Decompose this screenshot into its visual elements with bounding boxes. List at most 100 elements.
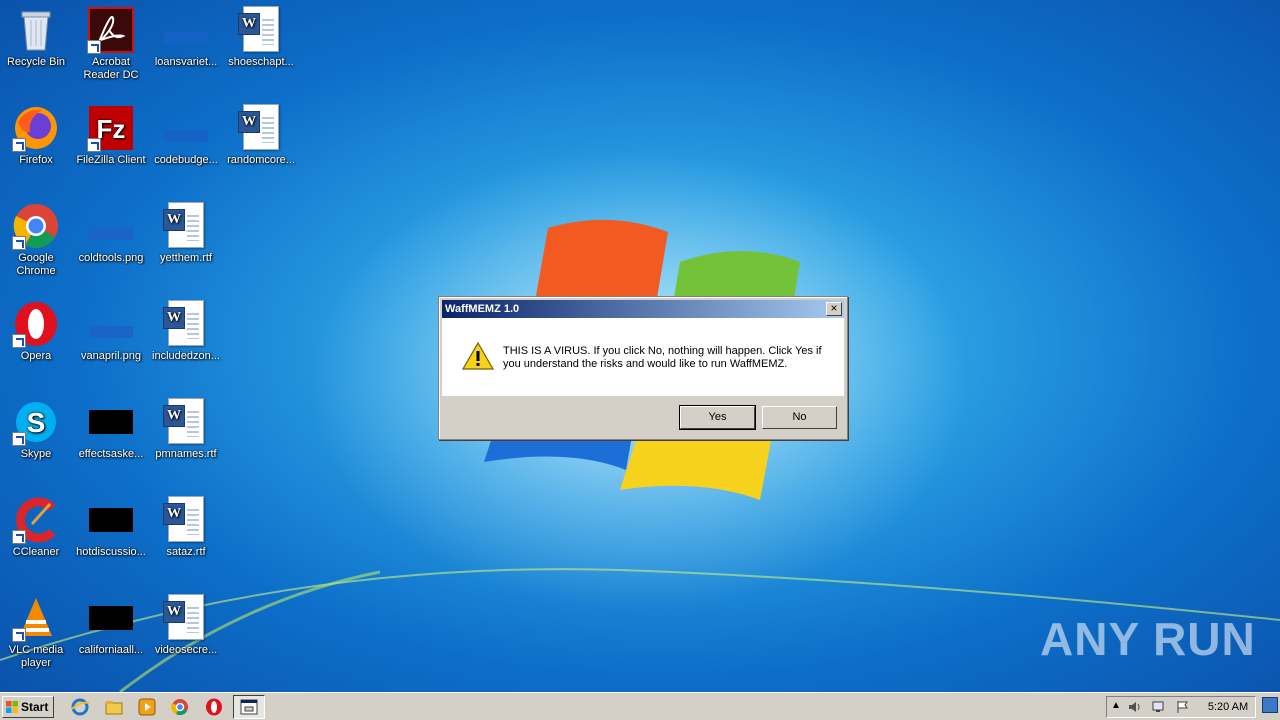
shortcut-arrow-icon — [12, 432, 26, 446]
svg-text:S: S — [27, 407, 46, 438]
start-label: Start — [21, 700, 49, 714]
explorer-icon[interactable] — [104, 697, 124, 717]
desktop-icon-label: videosecre... — [154, 644, 218, 656]
clock[interactable]: 5:20 AM — [1198, 696, 1258, 718]
desktop-icon-randomcore[interactable]: W randomcore... — [223, 104, 299, 167]
desktop-icon-label: VLC media player — [8, 644, 64, 669]
desktop-icon-label: pmnames.rtf — [155, 448, 217, 460]
desktop-icon-shoeschapt[interactable]: W shoeschapt... — [223, 6, 299, 69]
windows-logo-icon — [6, 701, 18, 713]
desktop-icon-label: coldtools.png — [78, 252, 144, 264]
dialog-message: THIS IS A VIRUS. If you click No, nothin… — [503, 345, 822, 370]
shortcut-arrow-icon — [87, 138, 101, 152]
dialog-app-taskbar-button[interactable] — [233, 695, 265, 719]
desktop-icon-firefox[interactable]: Firefox — [0, 104, 74, 167]
desktop-icon-includedzon[interactable]: W includedzon... — [148, 300, 224, 363]
recycle-bin-icon — [12, 6, 60, 54]
volume-icon[interactable] — [1127, 700, 1143, 714]
no-button[interactable]: No — [762, 406, 837, 429]
dialog-app-icon — [240, 699, 258, 715]
image-file-icon — [87, 496, 135, 544]
desktop-icon-label: hotdiscussio... — [76, 546, 146, 558]
vlc-icon — [12, 594, 60, 642]
desktop-icon-label: codebudge... — [154, 154, 218, 166]
skype-icon: S — [12, 398, 60, 446]
desktop-icon-codebudge[interactable]: codebudge... — [148, 104, 224, 167]
opera-icon[interactable] — [204, 697, 224, 717]
desktop-icon-recycle-bin[interactable]: Recycle Bin — [0, 6, 74, 69]
desktop-icon-label: effectsaske... — [78, 448, 144, 460]
image-file-icon — [87, 300, 135, 348]
desktop-icon-vanapril[interactable]: vanapril.png — [73, 300, 149, 363]
desktop-icon-loansvariet[interactable]: loansvariet... — [148, 6, 224, 69]
image-file-icon — [87, 594, 135, 642]
desktop-icon-yetthem[interactable]: W yetthem.rtf — [148, 202, 224, 265]
show-hidden-icons-icon[interactable]: ▲ — [1111, 700, 1121, 711]
image-file-icon — [162, 104, 210, 152]
image-file-icon — [87, 202, 135, 250]
anyrun-watermark: ANY RUN — [1040, 613, 1256, 665]
desktop-icon-label: CCleaner — [12, 546, 60, 558]
word-document-icon: W — [237, 104, 285, 152]
word-document-icon: W — [162, 496, 210, 544]
desktop-icon-skype[interactable]: S Skype — [0, 398, 74, 461]
network-icon[interactable] — [1151, 700, 1167, 714]
image-file-icon — [162, 6, 210, 54]
desktop-icon-label: vanapril.png — [81, 350, 141, 362]
desktop-icon-coldtools[interactable]: coldtools.png — [73, 202, 149, 265]
desktop-icon-label: Recycle Bin — [6, 56, 66, 68]
desktop-icon-pmnames[interactable]: W pmnames.rtf — [148, 398, 224, 461]
desktop-icon-effectsaske[interactable]: effectsaske... — [73, 398, 149, 461]
word-document-icon: W — [162, 300, 210, 348]
desktop-icon-label: Skype — [20, 448, 52, 460]
word-document-icon: W — [162, 398, 210, 446]
shortcut-arrow-icon — [12, 138, 26, 152]
chrome-icon[interactable] — [170, 697, 190, 717]
shortcut-arrow-icon — [12, 628, 26, 642]
shortcut-arrow-icon — [12, 530, 26, 544]
internet-explorer-icon[interactable] — [70, 697, 90, 717]
desktop-icon-hotdiscussio[interactable]: hotdiscussio... — [73, 496, 149, 559]
desktop-icon-acrobat[interactable]: Acrobat Reader DC — [73, 6, 149, 82]
opera-icon — [12, 300, 60, 348]
desktop-icon-chrome[interactable]: Google Chrome — [0, 202, 74, 278]
shortcut-arrow-icon — [12, 334, 26, 348]
shortcut-arrow-icon — [87, 40, 101, 54]
desktop-icon-californiaall[interactable]: californiaall... — [73, 594, 149, 657]
desktop-icon-label: randomcore... — [227, 154, 295, 166]
desktop-icon-label: shoeschapt... — [228, 56, 294, 68]
desktop-icon-label: sataz.rtf — [166, 546, 206, 558]
desktop-icon-vlc[interactable]: VLC media player — [0, 594, 74, 670]
desktop-icon-label: Firefox — [19, 154, 53, 166]
dialog-titlebar[interactable]: WaffMEMZ 1.0 × — [442, 300, 844, 318]
desktop-icon-videosecre[interactable]: W videosecre... — [148, 594, 224, 657]
dialog-close-button[interactable]: × — [826, 302, 842, 316]
desktop-icon-sataz[interactable]: W sataz.rtf — [148, 496, 224, 559]
desktop-icon-label: yetthem.rtf — [160, 252, 212, 264]
taskbar: Start ▲ 5:20 AM — [0, 692, 1280, 720]
media-player-icon[interactable] — [137, 697, 157, 717]
shortcut-arrow-icon — [12, 236, 26, 250]
desktop-icon-label: californiaall... — [78, 644, 144, 656]
desktop-icon-label: Acrobat Reader DC — [83, 56, 139, 81]
word-document-icon: W — [162, 202, 210, 250]
desktop-icon-opera[interactable]: Opera — [0, 300, 74, 363]
acrobat-icon — [87, 6, 135, 54]
filezilla-icon: Fz — [87, 104, 135, 152]
yes-button[interactable]: Yes — [679, 405, 756, 430]
desktop-icon-ccleaner[interactable]: CCleaner — [0, 496, 74, 559]
show-desktop-button[interactable] — [1262, 697, 1278, 713]
desktop-icon-label: includedzon... — [152, 350, 220, 362]
action-center-flag-icon[interactable] — [1175, 700, 1191, 714]
ccleaner-icon — [12, 496, 60, 544]
desktop-icon-label: FileZilla Client — [76, 154, 146, 166]
desktop-icon-label: Opera — [20, 350, 52, 362]
desktop-icon-filezilla[interactable]: Fz FileZilla Client — [73, 104, 149, 167]
start-button[interactable]: Start — [2, 696, 54, 718]
dialog-title: WaffMEMZ 1.0 — [445, 303, 520, 315]
warning-icon — [462, 342, 494, 370]
dialog-body: THIS IS A VIRUS. If you click No, nothin… — [442, 318, 844, 396]
firefox-icon — [12, 104, 60, 152]
virus-warning-dialog: WaffMEMZ 1.0 × THIS IS A VIRUS. If you c… — [438, 296, 848, 440]
chrome-icon — [12, 202, 60, 250]
